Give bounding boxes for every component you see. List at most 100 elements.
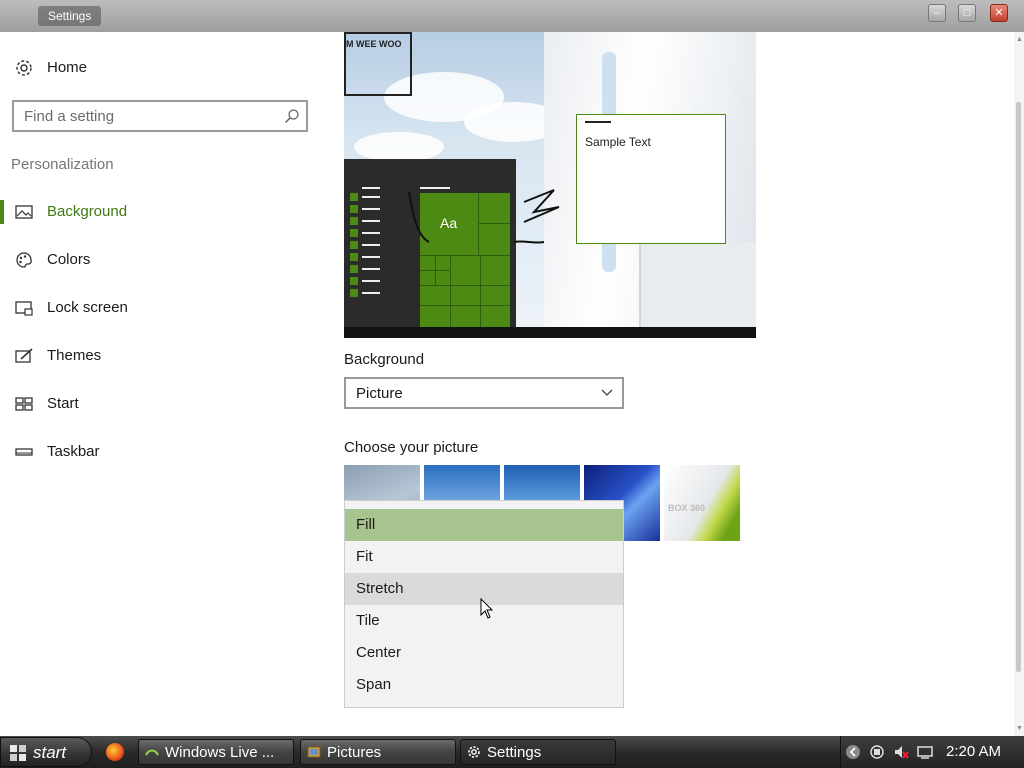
fit-option-fit[interactable]: Fit [345, 541, 623, 573]
sidebar-item-start[interactable]: Start [0, 384, 330, 424]
clock[interactable]: 2:20 AM [946, 743, 1001, 760]
sample-window-bar [585, 121, 611, 123]
preview-list-line [362, 220, 380, 222]
display-icon[interactable] [917, 744, 933, 760]
sidebar-item-label: Start [47, 395, 79, 412]
picture-icon [15, 205, 33, 219]
background-type-dropdown[interactable]: Picture [344, 377, 624, 409]
sidebar-item-colors[interactable]: Colors [0, 240, 330, 280]
sidebar-item-label: Colors [47, 251, 91, 268]
background-label: Background [344, 351, 425, 368]
taskbar-button-windows-live[interactable]: Windows Live ... [138, 739, 294, 765]
scribble-mark [408, 189, 560, 244]
active-indicator [0, 200, 4, 224]
sidebar-item-background[interactable]: Background [0, 192, 330, 232]
preview-list-line [362, 268, 380, 270]
taskbar: start Windows Live ... Pictures Settings [0, 736, 1024, 768]
preview-list-line [362, 292, 380, 294]
option-label: Span [356, 676, 392, 693]
tile-divider [420, 305, 510, 306]
background-preview: M WEE WOO Aa Sample Text [344, 32, 756, 338]
fit-option-span[interactable]: Span [345, 669, 623, 701]
preview-list-line [362, 280, 380, 282]
sidebar-item-home[interactable]: Home [0, 48, 330, 88]
preview-list-line [362, 244, 380, 246]
preview-list-square [350, 217, 358, 225]
option-label: Center [356, 644, 402, 661]
pictures-folder-icon [307, 746, 321, 758]
windows-flag-icon [10, 745, 26, 761]
preview-list-line [362, 208, 380, 210]
preview-list-line [362, 256, 380, 258]
taskbar-button-pictures[interactable]: Pictures [300, 739, 456, 765]
background-type-value: Picture [356, 385, 403, 402]
taskbar-button-label: Settings [487, 744, 542, 761]
taskbar-button-settings[interactable]: Settings [460, 739, 616, 765]
scrollbar-thumb[interactable] [1016, 102, 1021, 672]
option-label: Stretch [356, 580, 404, 597]
fit-option-fill[interactable]: Fill [345, 509, 623, 541]
thumbnail-text: BOX 360 [668, 503, 706, 513]
preview-list-square [350, 277, 358, 285]
preview-list-line [362, 187, 380, 189]
sidebar-item-themes[interactable]: Themes [0, 336, 330, 376]
preview-list-square [350, 241, 358, 249]
maximize-icon: □ [963, 7, 971, 19]
taskbar-button-label: Windows Live ... [165, 744, 275, 761]
lock-screen-icon [15, 301, 33, 316]
choose-picture-label: Choose your picture [344, 439, 479, 456]
title-bar: Settings – □ ✕ [0, 0, 1024, 32]
sidebar-item-lock-screen[interactable]: Lock screen [0, 288, 330, 328]
start-tiles-icon [15, 397, 33, 411]
preview-window-text: M WEE WOO [346, 39, 402, 49]
preview-list-square [350, 205, 358, 213]
search-input[interactable]: Find a setting [12, 100, 308, 132]
sidebar: Home Find a setting Personalization Back… [0, 32, 330, 736]
minimize-button[interactable]: – [928, 4, 946, 22]
tile-divider [450, 255, 451, 327]
volume-muted-icon[interactable] [893, 744, 909, 760]
mouse-cursor-icon [480, 598, 494, 619]
preview-list-square [350, 289, 358, 297]
window-title: Settings [38, 6, 102, 26]
start-label: start [33, 743, 67, 762]
scrollbar[interactable]: ▲ ▼ [1014, 32, 1024, 736]
sidebar-item-label: Background [47, 203, 128, 220]
option-label: Fit [356, 548, 373, 565]
close-button[interactable]: ✕ [990, 4, 1008, 22]
scroll-down-icon[interactable]: ▼ [1016, 725, 1023, 732]
option-label: Tile [356, 612, 380, 629]
minimize-icon: – [933, 7, 941, 19]
search-icon [284, 109, 299, 124]
fit-option-center[interactable]: Center [345, 637, 623, 669]
network-icon[interactable] [869, 744, 885, 760]
tile-divider [480, 255, 481, 327]
console-stand [639, 242, 756, 327]
start-button[interactable]: start [0, 737, 92, 767]
preview-list-square [350, 265, 358, 273]
picture-thumbnail[interactable]: BOX 360 [664, 465, 740, 541]
sidebar-item-label: Taskbar [47, 443, 100, 460]
preview-taskbar [344, 327, 756, 338]
tile-divider [420, 255, 510, 256]
sidebar-item-label: Lock screen [47, 299, 128, 316]
preview-list-square [350, 193, 358, 201]
sidebar-item-taskbar[interactable]: Taskbar [0, 432, 330, 472]
palette-icon [16, 252, 32, 268]
maximize-button[interactable]: □ [958, 4, 976, 22]
taskbar-button-label: Pictures [327, 744, 382, 761]
scroll-up-icon[interactable]: ▲ [1016, 36, 1023, 43]
option-label: Fill [356, 516, 376, 533]
gear-icon [468, 746, 480, 758]
tile-divider [420, 285, 510, 286]
preview-list-line [362, 196, 380, 198]
cloud-shape [354, 132, 444, 162]
tray-expand-icon[interactable] [845, 744, 861, 760]
section-heading: Personalization [11, 156, 114, 173]
preview-list-square [350, 253, 358, 261]
sample-window: Sample Text [576, 114, 726, 244]
preview-list-square [350, 229, 358, 237]
chevron-down-icon [601, 389, 613, 396]
firefox-icon[interactable] [106, 743, 124, 761]
sample-text: Sample Text [585, 135, 651, 149]
